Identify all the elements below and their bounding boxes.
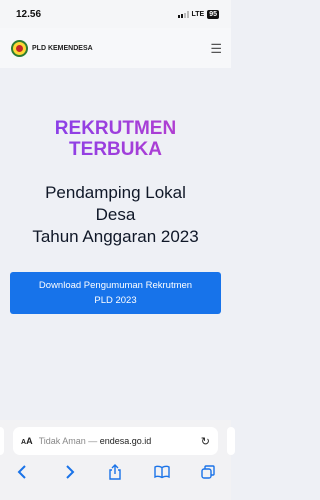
bookmarks-icon[interactable] [152, 464, 172, 480]
brand-name: PLD KEMENDESA [32, 44, 93, 52]
browser-address-zone: AA Tidak Aman — endesa.go.id ↻ [0, 420, 235, 462]
status-indicators: LTE 95 [177, 9, 219, 19]
hamburger-icon[interactable]: ☰ [210, 42, 222, 55]
share-icon[interactable] [105, 464, 125, 480]
status-bar: 12.56 LTE 95 [0, 0, 231, 28]
forward-icon[interactable] [59, 464, 79, 480]
download-announcement-button[interactable]: Download Pengumuman Rekrutmen PLD 2023 [10, 272, 221, 314]
site-header: PLD KEMENDESA ☰ [0, 28, 231, 68]
back-icon[interactable] [13, 464, 33, 480]
hero-kicker-line1: REKRUTMEN [54, 118, 177, 139]
url-domain: endesa.go.id [99, 436, 152, 446]
hero-kicker: REKRUTMEN TERBUKA [0, 118, 231, 160]
network-label: LTE [191, 10, 205, 18]
previous-tab-edge[interactable] [0, 427, 4, 455]
url-security-label: Tidak Aman — [38, 436, 100, 446]
tabs-icon[interactable] [198, 464, 218, 480]
hero-title: Pendamping Lokal Desa Tahun Anggaran 202… [0, 182, 231, 248]
cta-line1: Download Pengumuman Rekrutmen [38, 280, 193, 291]
status-time: 12.56 [16, 8, 42, 20]
brand-link[interactable]: PLD KEMENDESA [11, 39, 93, 57]
battery-icon: 95 [207, 9, 219, 19]
signal-icon [177, 10, 189, 18]
hero-section: REKRUTMEN TERBUKA Pendamping Lokal Desa … [0, 68, 231, 388]
hero-title-line1: Pendamping Lokal [45, 183, 186, 202]
next-tab-edge[interactable] [227, 427, 235, 455]
hero-title-line2: Desa [95, 205, 136, 224]
hero-kicker-line2: TERBUKA [69, 139, 162, 160]
cta-line2: PLD 2023 [94, 295, 137, 306]
kemendesa-logo-icon [11, 39, 28, 57]
reload-icon[interactable]: ↻ [201, 435, 210, 448]
address-bar[interactable]: AA Tidak Aman — endesa.go.id ↻ [13, 427, 218, 455]
page-settings-button[interactable]: AA [21, 436, 33, 446]
hero-title-line3: Tahun Anggaran 2023 [32, 227, 199, 246]
url-text: Tidak Aman — endesa.go.id [39, 436, 195, 446]
browser-toolbar [0, 462, 231, 500]
